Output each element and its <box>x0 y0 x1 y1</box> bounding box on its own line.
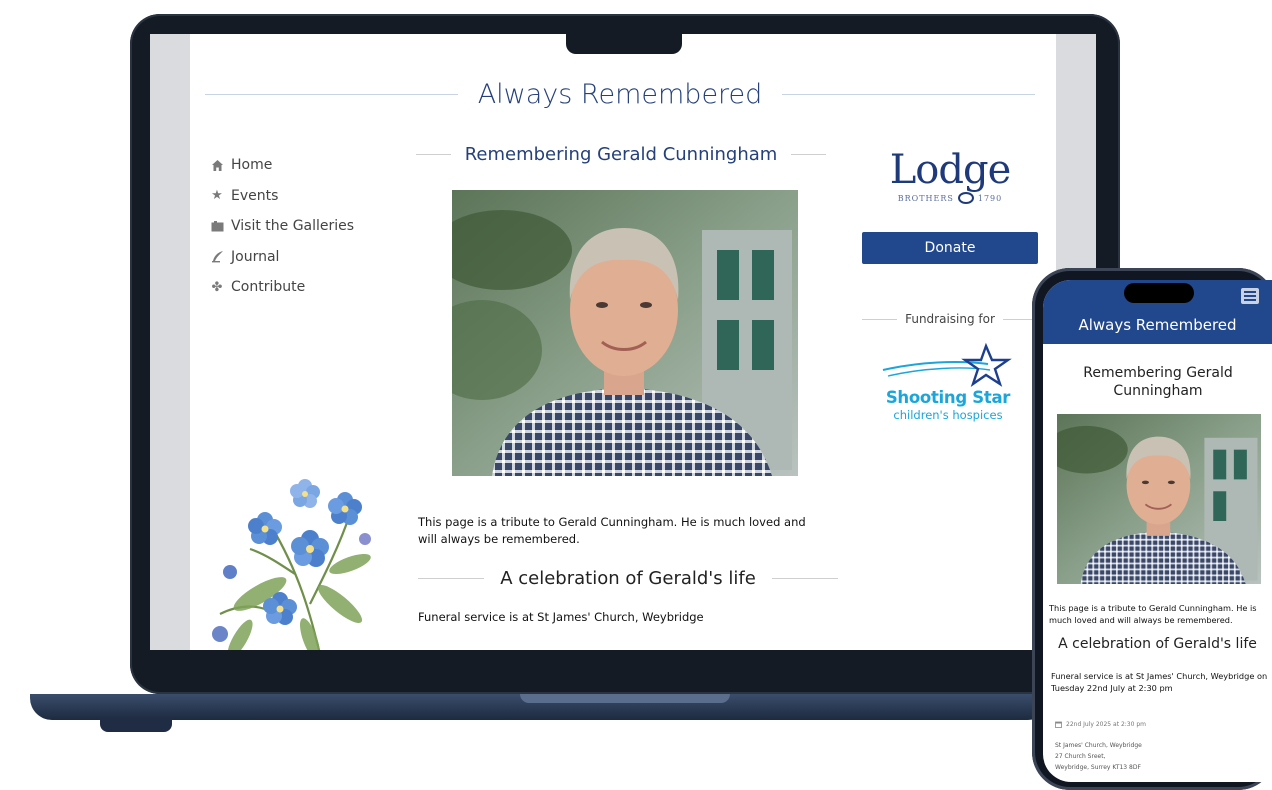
flower-icon: ✤ <box>211 279 223 295</box>
screen-gutter-left <box>150 34 190 650</box>
memorial-photo <box>452 190 798 476</box>
event-date: 22nd July 2025 at 2:30 pm <box>1055 721 1265 728</box>
celebration-heading: A celebration of Gerald's life <box>500 567 756 589</box>
menu-line <box>1244 295 1256 297</box>
laptop-camera-notch <box>566 28 682 54</box>
menu-line <box>1244 291 1256 293</box>
celebration-heading-row: A celebration of Gerald's life <box>418 564 838 592</box>
address-line: St James' Church, Weybridge <box>1055 742 1142 749</box>
charity-logo[interactable]: Shooting Star children's hospices <box>878 340 1018 430</box>
fundraising-label-row: Fundraising for <box>862 310 1039 328</box>
divider <box>862 318 898 320</box>
nav-label: Visit the Galleries <box>231 218 355 235</box>
star-icon: ★ <box>211 188 223 204</box>
shooting-star-icon <box>882 342 1012 388</box>
event-address: St James' Church, Weybridge 27 Church Sr… <box>1055 740 1265 773</box>
nav-label: Journal <box>231 248 280 265</box>
laptop-base-groove <box>520 694 730 703</box>
divider <box>782 93 1036 95</box>
laptop-screen: Always Remembered Home ★ Events Visit th… <box>150 34 1096 650</box>
logo-brothers: BROTHERS <box>897 193 954 203</box>
logo-mark-icon <box>957 192 974 204</box>
main-nav: Home ★ Events Visit the Galleries Journa… <box>210 150 354 303</box>
gallery-icon <box>210 219 224 233</box>
phone-tribute-text: This page is a tribute to Gerald Cunning… <box>1049 603 1257 625</box>
logo-wordmark: Lodge <box>889 147 1012 193</box>
forget-me-not-illustration <box>212 479 371 650</box>
quill-icon <box>210 250 224 264</box>
phone-celebration-heading: A celebration of Gerald's life <box>1058 636 1257 652</box>
nav-label: Home <box>231 157 273 174</box>
phone-page-title: Remembering Gerald Cunningham <box>1083 365 1233 399</box>
charity-subtitle: children's hospices <box>893 408 1003 422</box>
menu-line <box>1244 299 1256 301</box>
nav-item-events[interactable]: ★ Events <box>210 181 354 212</box>
site-header: Always Remembered <box>205 76 1036 112</box>
nav-label: Events <box>231 187 279 204</box>
divider <box>205 93 458 95</box>
logo-subtitle: BROTHERS 1790 <box>880 192 1020 204</box>
divider <box>791 153 827 155</box>
divider <box>771 577 838 579</box>
site-title[interactable]: Always Remembered <box>458 79 783 110</box>
nav-item-journal[interactable]: Journal <box>210 242 354 273</box>
hamburger-menu-button[interactable] <box>1241 288 1259 304</box>
donate-button[interactable]: Donate <box>862 232 1038 264</box>
nav-item-galleries[interactable]: Visit the Galleries <box>210 211 354 242</box>
phone-site-title[interactable]: Always Remembered <box>1043 316 1272 334</box>
lodge-brothers-logo[interactable]: Lodge BROTHERS 1790 <box>880 148 1020 210</box>
laptop-foot <box>100 718 172 732</box>
phone-funeral-details: Funeral service is at St James' Church, … <box>1051 671 1268 693</box>
nav-item-home[interactable]: Home <box>210 150 354 181</box>
logo-year: 1790 <box>977 193 1003 203</box>
charity-name: Shooting Star <box>885 388 1011 407</box>
page-title: Remembering Gerald Cunningham <box>464 143 778 165</box>
tribute-text: This page is a tribute to Gerald Cunning… <box>418 515 806 546</box>
page-heading-row: Remembering Gerald Cunningham <box>416 140 827 168</box>
calendar-icon <box>1055 721 1062 728</box>
fundraising-label: Fundraising for <box>905 312 995 326</box>
phone-memorial-photo <box>1057 414 1261 584</box>
funeral-details: Funeral service is at St James' Church, … <box>418 610 704 624</box>
divider <box>416 153 451 155</box>
nav-item-contribute[interactable]: ✤ Contribute <box>210 272 354 303</box>
phone-dynamic-island <box>1124 283 1194 303</box>
divider <box>418 577 485 579</box>
home-icon <box>210 158 224 172</box>
nav-label: Contribute <box>231 279 306 296</box>
event-date-text: 22nd July 2025 at 2:30 pm <box>1066 721 1146 728</box>
phone-screen: Always Remembered Remembering Gerald Cun… <box>1043 280 1272 782</box>
address-line: 27 Church Sreet, <box>1055 753 1106 760</box>
address-line: Weybridge, Surrey KT13 8DF <box>1055 764 1141 771</box>
